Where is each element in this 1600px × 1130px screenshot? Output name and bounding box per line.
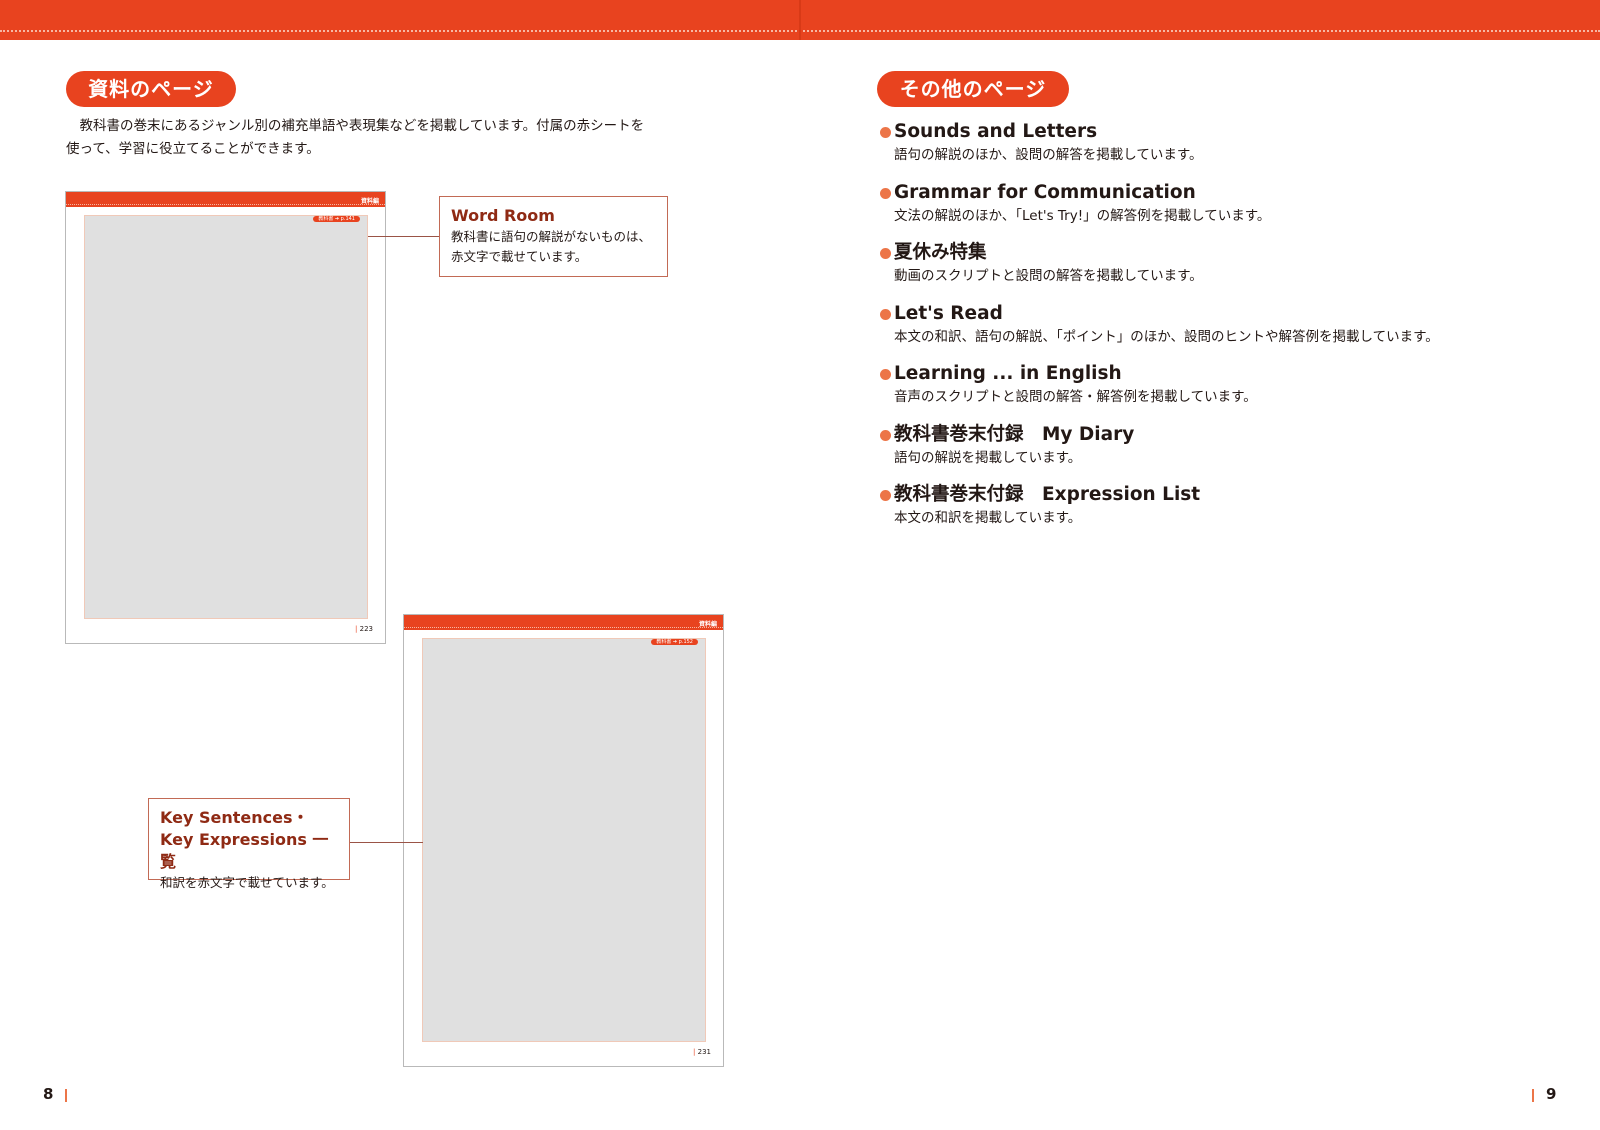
page-number-divider bbox=[65, 1089, 67, 1102]
page-thumbnail-223: 資料編 教科書 ➔ p.141 | 223 bbox=[65, 191, 386, 644]
thumbnail-content-placeholder bbox=[422, 638, 706, 1042]
item-title: 夏休み特集 bbox=[894, 242, 987, 263]
page-number-right: 9 bbox=[1546, 1085, 1557, 1103]
thumbnail-page-number: | 231 bbox=[693, 1048, 711, 1056]
connector-line bbox=[368, 236, 439, 237]
item-description: 語句の解説を掲載しています。 bbox=[894, 449, 1082, 466]
right-page-heading: その他のページ bbox=[877, 71, 1069, 107]
item-description: 本文の和訳、語句の解説、「ポイント」のほか、設問のヒントや解答例を掲載しています… bbox=[894, 328, 1439, 345]
item-title: Learning ... in English bbox=[894, 363, 1122, 384]
list-item: Grammar for Communication 文法の解説のほか、「Let'… bbox=[873, 181, 1573, 242]
list-item: Learning ... in English 音声のスクリプトと設問の解答・解… bbox=[873, 362, 1573, 423]
list-item: 教科書巻末付録 Expression List 本文の和訳を掲載しています。 bbox=[873, 483, 1573, 544]
thumbnail-content-placeholder bbox=[84, 215, 368, 619]
thumbnail-textbook-tag: 教科書 ➔ p.141 bbox=[313, 216, 360, 222]
bullet-dot bbox=[880, 187, 891, 199]
list-item: 教科書巻末付録 My Diary 語句の解説を掲載しています。 bbox=[873, 423, 1573, 484]
left-page-heading: 資料のページ bbox=[66, 71, 236, 107]
list-item: Let's Read 本文の和訳、語句の解説、「ポイント」のほか、設問のヒントや… bbox=[873, 302, 1573, 363]
list-item: Sounds and Letters 語句の解説のほか、設問の解答を掲載していま… bbox=[873, 120, 1573, 181]
callout-title: Key Sentences・ bbox=[160, 808, 309, 827]
callout-word-room: Word Room 教科書に語句の解説がないものは、 赤文字で載せています。 bbox=[439, 196, 668, 277]
item-title: Let's Read bbox=[894, 302, 1003, 324]
thumbnail-header: 資料編 bbox=[66, 192, 385, 207]
item-description: 音声のスクリプトと設問の解答・解答例を掲載しています。 bbox=[894, 389, 1257, 405]
bullet-dot bbox=[880, 127, 891, 138]
item-title: 教科書巻末付録 Expression List bbox=[894, 484, 1201, 505]
callout-text-line: 赤文字で載せています。 bbox=[451, 249, 588, 264]
item-description: 文法の解説のほか、「Let's Try!」の解答例を掲載しています。 bbox=[894, 207, 1271, 224]
bullet-dot bbox=[880, 308, 891, 320]
bullet-dot bbox=[880, 429, 891, 441]
callout-key-sentences: Key Sentences・ Key Expressions 一覧 和訳を赤文字… bbox=[148, 798, 350, 890]
connector-line bbox=[350, 842, 423, 843]
header-band bbox=[0, 0, 1600, 40]
item-description: 本文の和訳を掲載しています。 bbox=[894, 510, 1082, 526]
bullet-dot bbox=[880, 490, 891, 501]
thumbnail-header: 資料編 bbox=[404, 615, 723, 630]
page-number-divider bbox=[1532, 1089, 1534, 1102]
list-item: 夏休み特集 動画のスクリプトと設問の解答を掲載しています。 bbox=[873, 241, 1573, 302]
thumbnail-textbook-tag: 教科書 ➔ p.152 bbox=[651, 639, 698, 645]
page-thumbnail-231: 資料編 教科書 ➔ p.152 | 231 bbox=[403, 614, 724, 1067]
callout-text-line: 教科書に語句の解説がないものは、 bbox=[451, 229, 652, 244]
callout-text-line: 和訳を赤文字で載せています。 bbox=[160, 875, 334, 890]
intro-paragraph: 教科書の巻末にあるジャンル別の補充単語や表現集などを掲載しています。付属の赤シー… bbox=[66, 118, 645, 157]
callout-title: Key Expressions 一覧 bbox=[160, 830, 329, 871]
item-description: 動画のスクリプトと設問の解答を掲載しています。 bbox=[894, 268, 1203, 284]
callout-title: Word Room bbox=[451, 206, 555, 225]
item-description: 語句の解説のほか、設問の解答を掲載しています。 bbox=[894, 147, 1203, 163]
page-number-left: 8 bbox=[43, 1085, 54, 1103]
bullet-dot bbox=[880, 248, 891, 259]
item-title: Grammar for Communication bbox=[894, 181, 1196, 203]
page-fold bbox=[799, 0, 801, 40]
item-title: Sounds and Letters bbox=[894, 121, 1098, 142]
item-title: 教科書巻末付録 My Diary bbox=[894, 423, 1135, 445]
bullet-dot bbox=[880, 369, 891, 380]
other-pages-list: Sounds and Letters 語句の解説のほか、設問の解答を掲載していま… bbox=[873, 120, 1573, 544]
thumbnail-page-number: | 223 bbox=[355, 625, 373, 633]
